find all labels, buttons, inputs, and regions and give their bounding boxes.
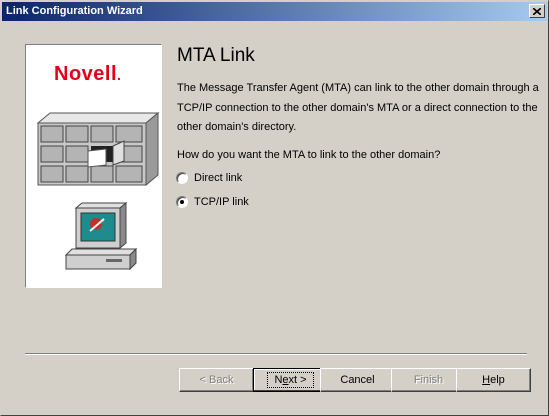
finish-button[interactable]: Finish bbox=[391, 368, 466, 392]
tcpip-link-radio[interactable] bbox=[176, 196, 188, 208]
direct-link-radio[interactable] bbox=[176, 172, 188, 184]
help-label: Help bbox=[482, 374, 505, 386]
wizard-window: Link Configuration Wizard Novell. MTA Li… bbox=[0, 0, 549, 416]
link-question: How do you want the MTA to link to the o… bbox=[177, 149, 441, 161]
back-label: < Back bbox=[199, 374, 234, 386]
next-button[interactable]: Next > bbox=[253, 368, 328, 392]
novell-logo: Novell. bbox=[54, 63, 121, 86]
finish-label: Finish bbox=[413, 374, 444, 386]
back-button[interactable]: < Back bbox=[179, 368, 254, 392]
tcpip-link-label: TCP/IP link bbox=[194, 196, 249, 208]
direct-link-label: Direct link bbox=[194, 172, 243, 184]
close-icon bbox=[533, 7, 541, 15]
help-label-part: elp bbox=[490, 374, 505, 386]
next-label: Next > bbox=[267, 372, 314, 388]
logo-text: Novell bbox=[54, 63, 118, 85]
logo-dot: . bbox=[117, 67, 122, 83]
page-description: The Message Transfer Agent (MTA) can lin… bbox=[177, 82, 539, 133]
close-button[interactable] bbox=[529, 4, 545, 18]
side-panel: Novell. bbox=[25, 44, 162, 288]
tcpip-link-option[interactable]: TCP/IP link bbox=[176, 196, 249, 208]
help-button[interactable]: Help bbox=[456, 368, 531, 392]
window-title: Link Configuration Wizard bbox=[6, 5, 143, 17]
cancel-label: Cancel bbox=[340, 374, 375, 386]
mailbox-computer-illustration bbox=[36, 111, 160, 271]
cancel-button[interactable]: Cancel bbox=[320, 368, 395, 392]
page-title: MTA Link bbox=[177, 45, 255, 66]
help-label-accel: H bbox=[482, 374, 491, 386]
next-label-part: xt > bbox=[288, 374, 307, 386]
direct-link-option[interactable]: Direct link bbox=[176, 172, 242, 184]
title-bar[interactable]: Link Configuration Wizard bbox=[2, 2, 547, 21]
separator bbox=[25, 353, 527, 355]
